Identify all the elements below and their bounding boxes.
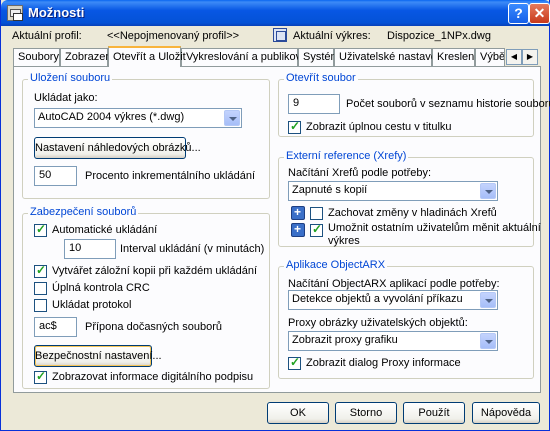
allow-edit-checkbox[interactable] — [310, 222, 323, 237]
current-drawing-value: Dispozice_1NPx.dwg — [387, 30, 491, 42]
current-drawing-label: Aktuální výkres: — [293, 30, 371, 42]
tab-display[interactable]: Zobrazení — [60, 48, 115, 66]
current-profile-label: Aktuální profil: — [12, 30, 82, 42]
options-dialog: Možnosti ? ✕ Aktuální profil: <<Nepojmen… — [0, 0, 550, 431]
retain-layer-changes-checkbox[interactable] — [310, 207, 323, 220]
history-count-label: Počet souborů v seznamu historie souborů — [346, 98, 550, 110]
chevron-down-icon[interactable] — [224, 110, 240, 126]
thumbnail-settings-button[interactable]: Nastavení náhledových obrázků... — [34, 137, 201, 159]
save-as-label: Ukládat jako: — [34, 92, 98, 104]
proxy-dialog-checkbox[interactable] — [288, 355, 301, 370]
apply-button[interactable]: Použít — [403, 402, 465, 424]
xref-load-value: Zapnuté s kopií — [292, 184, 368, 196]
open-save-panel: Uložení souboru Ukládat jako: AutoCAD 20… — [13, 66, 550, 393]
temp-extension-input[interactable]: ac$ — [34, 317, 77, 337]
digital-signature-checkbox[interactable] — [34, 369, 47, 384]
objectarx-load-value: Detekce objektů a vyvolání příkazu — [292, 293, 463, 305]
autosave-label: Automatické ukládání — [52, 224, 158, 236]
proxy-images-value: Zobrazit proxy grafiku — [292, 334, 398, 346]
file-open-group-title: Otevřít soubor — [284, 72, 358, 84]
full-path-label: Zobrazit úplnou cestu v titulku — [306, 121, 452, 133]
temp-extension-label: Přípona dočasných souborů — [85, 321, 222, 333]
xref-load-dropdown[interactable]: Zapnuté s kopií — [288, 181, 498, 201]
drawing-file-icon — [273, 28, 287, 42]
xref-group-title: Externí reference (Xrefy) — [284, 150, 409, 162]
autosave-checkbox[interactable] — [34, 222, 47, 237]
cancel-button[interactable]: Storno — [335, 402, 397, 424]
incremental-save-label: Procento inkrementálního ukládání — [85, 170, 255, 182]
xref-load-label: Načítání Xrefů podle potřeby: — [288, 167, 432, 179]
retain-layer-changes-label: Zachovat změny v hladinách Xrefů — [328, 207, 497, 219]
tab-files[interactable]: Soubory — [13, 48, 60, 66]
objectarx-load-label: Načítání ObjectARX aplikací podle potřeb… — [288, 278, 500, 290]
arrow-left-icon: ◀ — [510, 52, 518, 61]
history-count-input[interactable]: 9 — [288, 94, 340, 114]
file-save-group-title: Uložení souboru — [28, 72, 113, 84]
tab-scroll-right-button[interactable]: ▶ — [522, 49, 538, 65]
ok-button[interactable]: OK — [267, 402, 329, 424]
log-file-checkbox[interactable] — [34, 299, 47, 312]
chevron-down-icon[interactable] — [480, 183, 496, 199]
security-options-button[interactable]: Bezpečnostní nastavení... — [34, 345, 162, 367]
digital-signature-label: Zobrazovat informace digitálního podpisu — [52, 371, 254, 383]
tab-user-preferences[interactable]: Uživatelské nastavení — [334, 48, 446, 66]
backup-copy-checkbox[interactable] — [34, 263, 47, 278]
tab-plot-publish[interactable]: Vykreslování a publikování — [181, 48, 316, 66]
log-file-label: Ukládat protokol — [52, 299, 132, 311]
save-as-dropdown[interactable]: AutoCAD 2004 výkres (*.dwg) — [34, 108, 242, 128]
full-path-checkbox[interactable] — [288, 119, 301, 134]
autosave-interval-input[interactable]: 10 — [64, 239, 116, 259]
chevron-down-icon[interactable] — [480, 292, 496, 308]
autosave-interval-label: Interval ukládání (v minutách) — [120, 243, 265, 255]
tab-drafting[interactable]: Kreslení — [432, 48, 477, 66]
xref-setting-icon — [291, 222, 305, 237]
full-crc-checkbox[interactable] — [34, 282, 47, 295]
incremental-save-input[interactable]: 50 — [34, 166, 77, 186]
tab-selection[interactable]: Výběr — [475, 48, 505, 66]
tab-system[interactable]: Systém — [298, 48, 340, 66]
proxy-images-dropdown[interactable]: Zobrazit proxy grafiku — [288, 331, 498, 351]
full-crc-label: Úplná kontrola CRC — [52, 282, 150, 294]
title-bar[interactable]: Možnosti ? ✕ — [1, 0, 550, 26]
help-title-button[interactable]: ? — [508, 3, 529, 24]
objectarx-load-dropdown[interactable]: Detekce objektů a vyvolání příkazu — [288, 290, 498, 310]
chevron-down-icon[interactable] — [480, 333, 496, 349]
file-safety-group-title: Zabezpečení souborů — [28, 206, 139, 218]
tab-open-save[interactable]: Otevřít a Uložit — [108, 46, 186, 67]
close-icon: ✕ — [533, 5, 546, 21]
close-button[interactable]: ✕ — [529, 3, 550, 24]
xref-setting-icon — [291, 205, 305, 220]
proxy-images-label: Proxy obrázky uživatelských objektů: — [288, 317, 468, 329]
objectarx-group-title: Aplikace ObjectARX — [284, 259, 388, 271]
help-button[interactable]: Nápověda — [472, 402, 540, 424]
proxy-dialog-label: Zobrazit dialog Proxy informace — [306, 357, 461, 369]
allow-edit-label-line2: výkres — [328, 235, 360, 247]
tab-scroll-left-button[interactable]: ◀ — [506, 49, 522, 65]
allow-edit-label: Umožnit ostatním uživatelům měnit aktuál… — [328, 222, 541, 234]
options-window-icon — [7, 5, 23, 21]
arrow-right-icon: ▶ — [526, 52, 534, 61]
window-title: Možnosti — [28, 5, 85, 20]
backup-copy-label: Vytvářet záložní kopii při každém ukládá… — [52, 265, 258, 277]
save-as-value: AutoCAD 2004 výkres (*.dwg) — [38, 111, 185, 123]
current-profile-value: <<Nepojmenovaný profil>> — [107, 30, 240, 42]
